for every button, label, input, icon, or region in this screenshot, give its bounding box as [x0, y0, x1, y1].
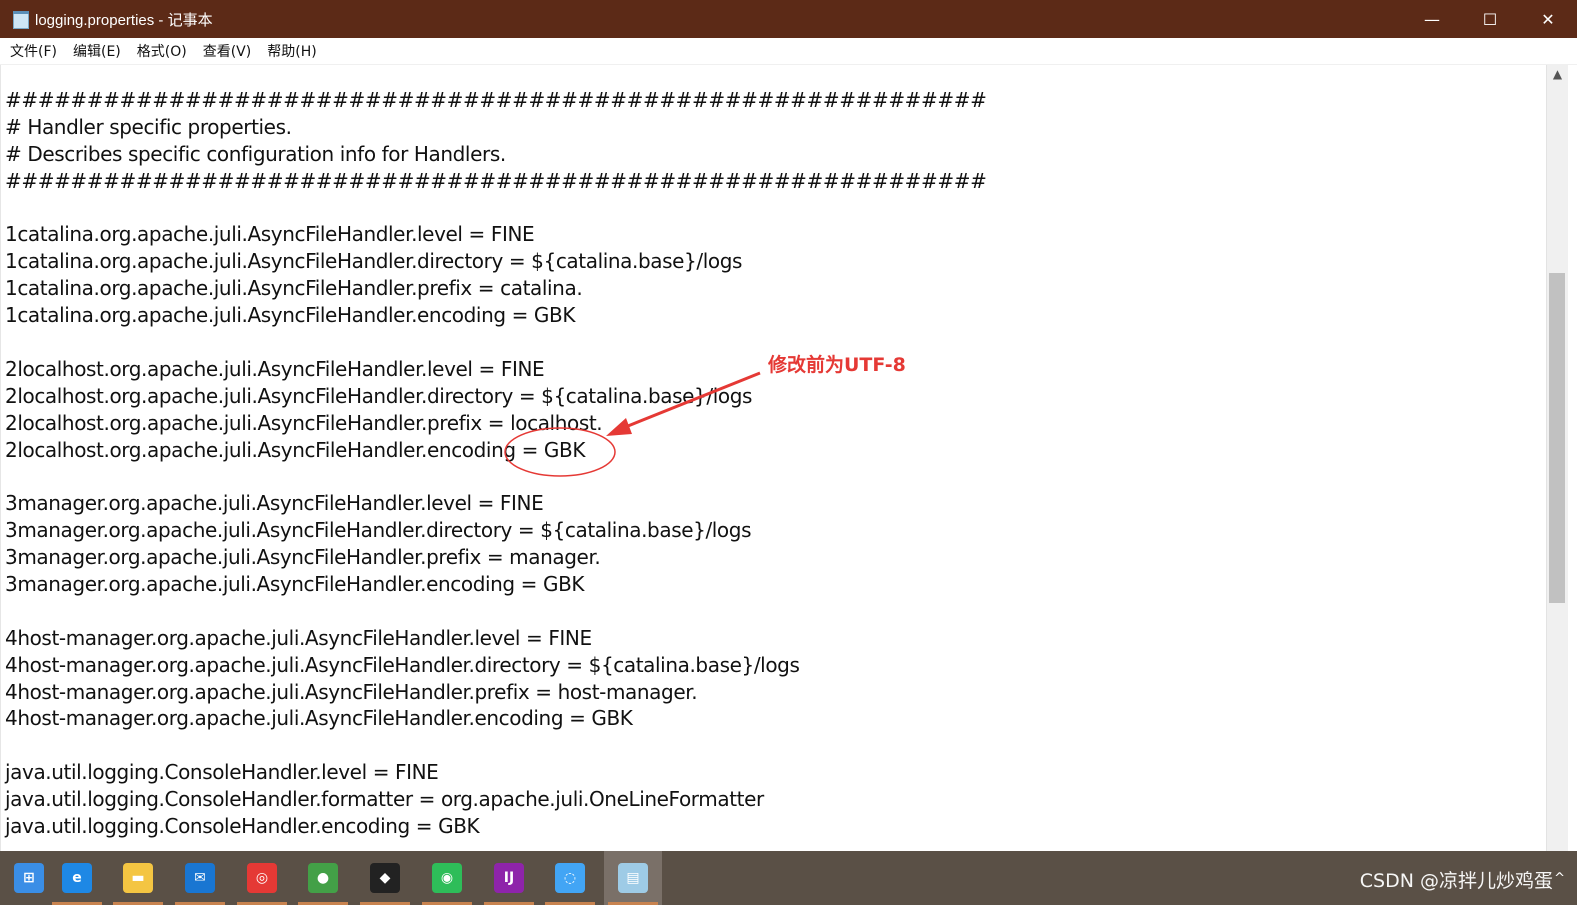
menu-edit[interactable]: 编辑(E)	[71, 39, 123, 63]
title-bar: logging.properties - 记事本 — ☐ ✕	[0, 0, 1577, 38]
menu-file[interactable]: 文件(F)	[8, 39, 59, 63]
minimize-button[interactable]: —	[1403, 0, 1461, 38]
menu-view[interactable]: 查看(V)	[201, 39, 254, 63]
window-title: logging.properties - 记事本	[35, 11, 213, 29]
taskbar: ^ ⊞ e ▬ ✉ ◎ ● ◆ ◉ IJ ◌ ▤	[0, 851, 1577, 905]
editor-lines: ########################################…	[5, 87, 987, 840]
taskbar-explorer-button[interactable]: ▬	[109, 851, 167, 905]
tray-chevron-icon[interactable]: ^	[1554, 871, 1565, 886]
editor-line: java.util.logging.ConsoleHandler.level =…	[5, 760, 439, 785]
editor-line: 1catalina.org.apache.juli.AsyncFileHandl…	[5, 222, 535, 247]
taskbar-netease-music-button[interactable]: ◎	[233, 851, 291, 905]
editor-line: 3manager.org.apache.juli.AsyncFileHandle…	[5, 572, 585, 597]
editor-line: 4host-manager.org.apache.juli.AsyncFileH…	[5, 679, 698, 704]
editor-line: 1catalina.org.apache.juli.AsyncFileHandl…	[5, 303, 576, 328]
taskbar-qq-button[interactable]: ◆	[356, 851, 414, 905]
editor-line: 3manager.org.apache.juli.AsyncFileHandle…	[5, 545, 601, 570]
taskbar-browser-button[interactable]: ◌	[541, 851, 599, 905]
editor-line: 2localhost.org.apache.juli.AsyncFileHand…	[5, 437, 586, 462]
taskbar-mail-button[interactable]: ✉	[171, 851, 229, 905]
editor-line: ########################################…	[5, 168, 987, 193]
browser-icon: ◌	[555, 863, 585, 893]
editor-line: 4host-manager.org.apache.juli.AsyncFileH…	[5, 625, 592, 650]
text-editor[interactable]: ########################################…	[0, 65, 1547, 851]
editor-line: 4host-manager.org.apache.juli.AsyncFileH…	[5, 652, 800, 677]
editor-line: 2localhost.org.apache.juli.AsyncFileHand…	[5, 383, 753, 408]
taskbar-wechat-button[interactable]: ◉	[418, 851, 476, 905]
taskbar-notepad-button[interactable]: ▤	[604, 851, 662, 905]
editor-line: # Describes specific configuration info …	[5, 141, 506, 166]
mail-icon: ✉	[185, 863, 215, 893]
editor-line: 3manager.org.apache.juli.AsyncFileHandle…	[5, 518, 752, 543]
music-icon: ◎	[247, 863, 277, 893]
taskbar-chrome-button[interactable]: ●	[294, 851, 352, 905]
editor-line: 4host-manager.org.apache.juli.AsyncFileH…	[5, 706, 633, 731]
scroll-thumb[interactable]	[1549, 273, 1565, 603]
editor-line: 1catalina.org.apache.juli.AsyncFileHandl…	[5, 249, 743, 274]
scroll-up-arrow-icon[interactable]: ▲	[1547, 65, 1568, 83]
editor-line: java.util.logging.ConsoleHandler.formatt…	[5, 787, 764, 812]
editor-line: # Handler specific properties.	[5, 114, 292, 139]
taskbar-edge-button[interactable]: e	[48, 851, 106, 905]
wechat-icon: ◉	[432, 863, 462, 893]
close-button[interactable]: ✕	[1519, 0, 1577, 38]
notepad-icon	[11, 10, 29, 29]
window-controls: — ☐ ✕	[1403, 0, 1577, 38]
chrome-icon: ●	[308, 863, 338, 893]
editor-line: java.util.logging.ConsoleHandler.encodin…	[5, 814, 480, 839]
editor-line: 2localhost.org.apache.juli.AsyncFileHand…	[5, 410, 603, 435]
qq-penguin-icon: ◆	[370, 863, 400, 893]
menu-format[interactable]: 格式(O)	[135, 39, 189, 63]
maximize-button[interactable]: ☐	[1461, 0, 1519, 38]
taskbar-intellij-button[interactable]: IJ	[480, 851, 538, 905]
folder-icon: ▬	[123, 863, 153, 893]
editor-line: 1catalina.org.apache.juli.AsyncFileHandl…	[5, 276, 583, 301]
editor-line: 3manager.org.apache.juli.AsyncFileHandle…	[5, 491, 544, 516]
system-tray[interactable]: ^	[1554, 851, 1565, 905]
watermark: CSDN @凉拌儿炒鸡蛋	[1359, 870, 1553, 892]
editor-line: ########################################…	[5, 88, 987, 112]
vertical-scrollbar[interactable]: ▲	[1546, 65, 1568, 851]
menu-bar: 文件(F) 编辑(E) 格式(O) 查看(V) 帮助(H)	[0, 38, 1577, 65]
annotation-label: 修改前为UTF-8	[768, 354, 906, 376]
edge-icon: e	[62, 863, 92, 893]
windows-logo-icon: ⊞	[14, 863, 44, 893]
intellij-icon: IJ	[494, 863, 524, 893]
menu-help[interactable]: 帮助(H)	[265, 39, 318, 63]
notepad-icon: ▤	[618, 863, 648, 893]
